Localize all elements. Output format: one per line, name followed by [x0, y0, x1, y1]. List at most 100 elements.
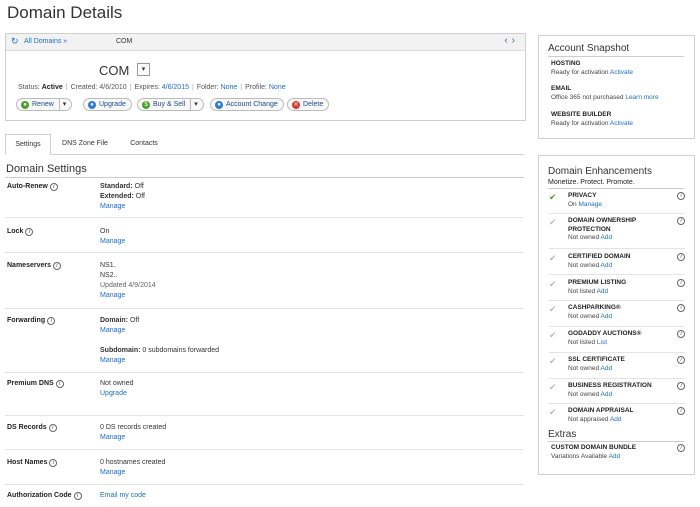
auctions-list-link[interactable]: List — [597, 339, 607, 346]
snapshot-item-website-builder: WEBSITE BUILDER Ready for activation Act… — [551, 111, 634, 127]
authorization-code-label: Authorization Code i — [7, 492, 82, 500]
custom-bundle-add-link[interactable]: Add — [609, 453, 621, 460]
info-icon[interactable]: i — [25, 228, 34, 236]
check-icon: ✔ — [549, 253, 557, 263]
divider — [548, 56, 684, 57]
delete-icon: ✕ — [292, 101, 300, 109]
tab-settings[interactable]: Settings — [5, 134, 51, 155]
premium-dns-upgrade-link[interactable]: Upgrade — [100, 389, 133, 399]
domain-enhancements-subtitle: Monetize. Protect. Promote. — [548, 179, 635, 186]
domain-status-line: Status: Active | Created: 4/6/2010 | Expires… — [18, 84, 286, 91]
info-icon[interactable]: i — [677, 192, 685, 200]
ds-records-label: DS Records i — [7, 424, 57, 432]
profile-link[interactable]: None — [269, 84, 286, 91]
nameservers-value: NS1. NS2.. Updated 4/9/2014 Manage — [100, 262, 156, 301]
info-icon[interactable]: i — [677, 356, 685, 364]
chevron-down-icon[interactable]: ▾ — [58, 99, 66, 110]
forwarding-subdomain-manage-link[interactable]: Manage — [100, 356, 219, 366]
forwarding-domain-manage-link[interactable]: Manage — [100, 326, 139, 336]
check-icon: ✔ — [549, 356, 557, 366]
lock-value: On Manage — [100, 228, 126, 247]
nameservers-manage-link[interactable]: Manage — [100, 291, 156, 301]
all-domains-link[interactable]: All Domains » — [24, 38, 67, 45]
subdomain-forwarding-value: Subdomain: 0 subdomains forwarded Manage — [100, 347, 220, 366]
check-icon: ✔ — [549, 407, 557, 417]
check-icon: ✔ — [549, 382, 557, 392]
info-icon[interactable]: i — [677, 304, 685, 312]
chevron-down-icon: ▾ — [141, 66, 146, 73]
business-registration-add-link[interactable]: Add — [601, 391, 613, 398]
ds-records-manage-link[interactable]: Manage — [100, 433, 166, 443]
check-icon: ✔ — [549, 304, 557, 314]
info-icon[interactable]: i — [677, 279, 685, 287]
certified-domain-add-link[interactable]: Add — [601, 262, 613, 269]
dollar-icon: $ — [142, 101, 150, 109]
account-snapshot-title: Account Snapshot — [548, 43, 630, 54]
hosting-activate-link[interactable]: Activate — [610, 69, 633, 76]
auto-renew-manage-link[interactable]: Manage — [100, 202, 145, 212]
domain-dropdown-toggle[interactable]: ▾ — [137, 63, 150, 76]
lock-manage-link[interactable]: Manage — [100, 237, 125, 247]
ownership-protection-add-link[interactable]: Add — [601, 234, 613, 241]
divider — [5, 415, 524, 416]
check-icon: ✔ — [549, 279, 557, 289]
premium-listing-add-link[interactable]: Add — [597, 288, 609, 295]
prev-next-nav[interactable]: ‹› — [504, 35, 519, 46]
account-change-button[interactable]: ● Account Change — [210, 98, 284, 111]
info-icon[interactable]: i — [49, 183, 58, 191]
host-names-value: 0 hostnames created Manage — [100, 459, 166, 478]
delete-button[interactable]: ✕ Delete — [287, 98, 330, 111]
chevron-right-icon[interactable]: › — [512, 35, 519, 46]
breadcrumb: ↻ All Domains » COM ‹› — [6, 34, 525, 51]
info-icon[interactable]: i — [677, 382, 685, 390]
website-builder-activate-link[interactable]: Activate — [610, 120, 633, 127]
host-names-label: Host Names i — [7, 459, 58, 467]
upgrade-icon: ● — [88, 101, 96, 109]
info-icon[interactable]: i — [52, 262, 61, 270]
info-icon[interactable]: i — [49, 459, 58, 467]
info-icon[interactable]: i — [677, 253, 685, 261]
divider — [549, 378, 685, 379]
chevron-left-icon[interactable]: ‹ — [504, 35, 511, 46]
created-value: 4/6/2010 — [99, 84, 127, 91]
info-icon[interactable]: i — [677, 444, 685, 452]
folder-link[interactable]: None — [221, 84, 238, 91]
chevron-down-icon[interactable]: ▾ — [190, 99, 198, 110]
divider — [549, 403, 685, 404]
domain-appraisal-add-link[interactable]: Add — [610, 416, 622, 423]
ssl-certificate-add-link[interactable]: Add — [601, 365, 613, 372]
info-icon[interactable]: i — [47, 317, 56, 325]
check-icon: ✔ — [549, 330, 557, 340]
refresh-icon[interactable]: ↻ — [11, 36, 19, 47]
auto-renew-value: Standard: Off Extended: Off Manage — [100, 183, 146, 212]
nameservers-label: Nameservers i — [7, 262, 61, 270]
divider — [5, 484, 524, 485]
privacy-manage-link[interactable]: Manage — [578, 201, 602, 208]
tab-dns-zone-file[interactable]: DNS Zone File — [55, 134, 115, 153]
email-my-code-link[interactable]: Email my code — [100, 491, 146, 501]
cashparking-add-link[interactable]: Add — [601, 313, 613, 320]
extras-title: Extras — [548, 429, 577, 440]
divider — [5, 177, 524, 178]
upgrade-button[interactable]: ● Upgrade — [83, 98, 132, 111]
breadcrumb-domain-name: COM — [116, 38, 133, 45]
email-learn-more-link[interactable]: Learn more — [625, 94, 658, 101]
renew-button[interactable]: ● Renew ▾ — [16, 98, 73, 111]
host-names-manage-link[interactable]: Manage — [100, 468, 165, 478]
buy-sell-button[interactable]: $ Buy & Sell ▾ — [137, 98, 204, 111]
expires-link[interactable]: 4/6/2015 — [162, 84, 189, 91]
check-icon: ✔ — [549, 192, 557, 202]
divider — [5, 372, 524, 373]
info-icon[interactable]: i — [677, 407, 685, 415]
info-icon[interactable]: i — [48, 424, 57, 432]
info-icon[interactable]: i — [677, 330, 685, 338]
divider — [548, 188, 684, 189]
info-icon[interactable]: i — [677, 217, 685, 225]
info-icon[interactable]: i — [55, 380, 64, 388]
tab-contacts[interactable]: Contacts — [119, 134, 169, 153]
divider — [5, 449, 524, 450]
info-icon[interactable]: i — [73, 492, 82, 500]
account-snapshot-panel: Account Snapshot HOSTING Ready for activ… — [538, 35, 695, 139]
domain-summary-panel: ↻ All Domains » COM ‹› COM ▾ Status: Act… — [5, 33, 526, 121]
premium-dns-label: Premium DNS i — [7, 380, 64, 388]
